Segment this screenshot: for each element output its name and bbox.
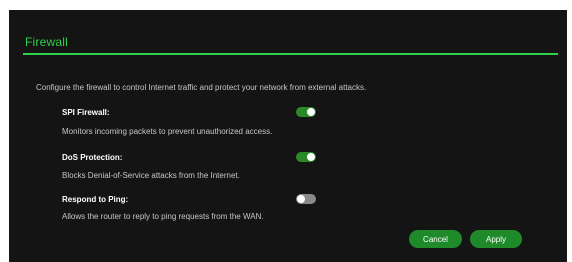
firewall-description: Configure the firewall to control Intern… bbox=[36, 83, 367, 92]
toggle-knob bbox=[297, 195, 305, 203]
spi-firewall-toggle[interactable] bbox=[296, 107, 316, 117]
toggle-knob bbox=[307, 153, 315, 161]
title-divider bbox=[23, 53, 558, 55]
respond-to-ping-help: Allows the router to reply to ping reque… bbox=[62, 212, 264, 221]
firewall-panel: Firewall Configure the firewall to contr… bbox=[9, 10, 567, 262]
page-title: Firewall bbox=[25, 35, 68, 49]
toggle-knob bbox=[307, 108, 315, 116]
dos-protection-label: DoS Protection: bbox=[62, 153, 123, 162]
dos-protection-toggle[interactable] bbox=[296, 152, 316, 162]
cancel-button[interactable]: Cancel bbox=[409, 230, 462, 248]
respond-to-ping-toggle[interactable] bbox=[296, 194, 316, 204]
spi-firewall-help: Monitors incoming packets to prevent una… bbox=[62, 127, 273, 136]
spi-firewall-label: SPI Firewall: bbox=[62, 108, 110, 117]
apply-button[interactable]: Apply bbox=[470, 230, 522, 248]
respond-to-ping-label: Respond to Ping: bbox=[62, 195, 129, 204]
dos-protection-help: Blocks Denial-of-Service attacks from th… bbox=[62, 171, 240, 180]
